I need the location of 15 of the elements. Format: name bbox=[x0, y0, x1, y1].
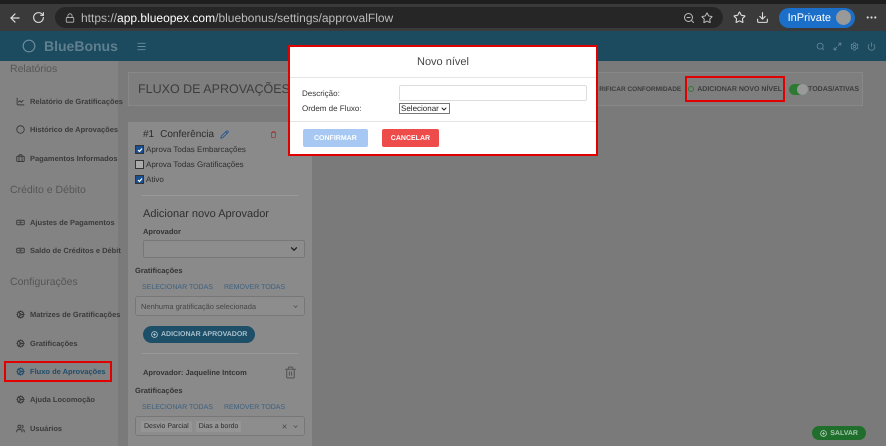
checkbox-label: Aprova Todas Embarcações bbox=[146, 145, 246, 154]
level-number: #1 bbox=[143, 128, 154, 140]
address-bar[interactable]: https://app.blueopex.com/bluebonus/settings/approvalFlow bbox=[55, 7, 723, 28]
page-title: FLUXO DE APROVAÇÕES bbox=[138, 82, 290, 96]
brand-name: BlueBonus bbox=[44, 38, 118, 54]
checkbox-label: Aprova Todas Gratificações bbox=[146, 160, 244, 169]
url-text: https://app.blueopex.com/bluebonus/settings/approvalFlow bbox=[81, 10, 394, 24]
level-name: Conferência bbox=[160, 128, 214, 140]
field-label: Descrição: bbox=[302, 88, 341, 98]
flow-order-select[interactable]: Selecionar bbox=[399, 103, 450, 114]
modal-title: Novo nível bbox=[290, 47, 596, 78]
profile-button[interactable]: InPrivate bbox=[778, 8, 855, 28]
field-label: Ordem de Fluxo: bbox=[302, 104, 363, 113]
checkbox-label: Ativo bbox=[146, 175, 164, 184]
section-heading: Adicionar novo Aprovador bbox=[143, 208, 270, 220]
